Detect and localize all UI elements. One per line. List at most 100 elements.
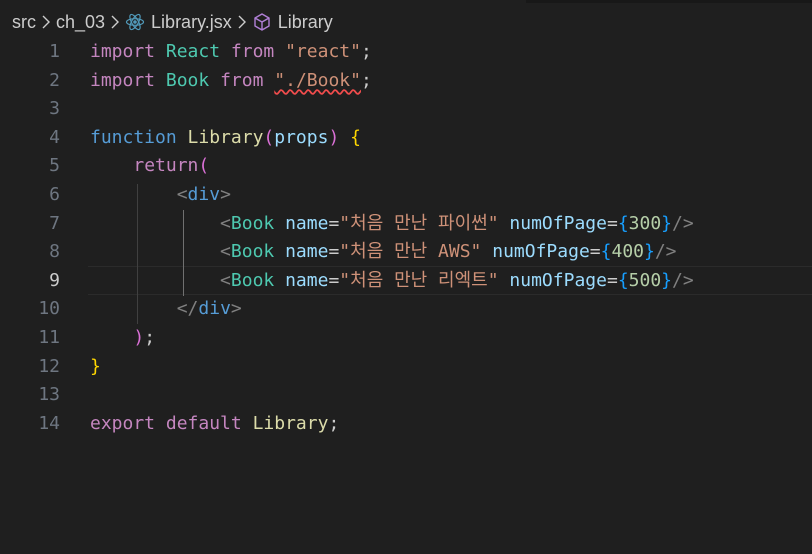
brace-open: { bbox=[617, 269, 629, 291]
tag-self-close: /> bbox=[654, 241, 677, 263]
line-number: 12 bbox=[38, 355, 60, 377]
component-book: Book bbox=[230, 241, 275, 263]
code-line-2: import Book from "./Book"; bbox=[90, 67, 812, 96]
tag-div: div bbox=[187, 184, 221, 205]
number-value: 300 bbox=[628, 212, 662, 234]
code-line-14: export default Library; bbox=[90, 410, 812, 439]
code-line-11: ); bbox=[90, 324, 812, 353]
keyword-export: export bbox=[90, 412, 156, 434]
component-book: Book bbox=[230, 269, 275, 291]
code-line-5: return( bbox=[90, 152, 812, 181]
paren-close: ) bbox=[328, 126, 340, 148]
line-number: 1 bbox=[49, 41, 60, 62]
line-number: 3 bbox=[49, 98, 60, 120]
equals: = bbox=[606, 212, 618, 234]
paren-open: ( bbox=[198, 155, 210, 177]
keyword-import: import bbox=[90, 41, 156, 62]
tag-open-angle: < bbox=[220, 212, 231, 234]
semicolon: ; bbox=[360, 69, 372, 91]
number-value: 500 bbox=[628, 269, 662, 291]
function-name: Library bbox=[187, 126, 264, 148]
attr-name: name bbox=[285, 241, 329, 263]
attr-value-string: "처음 만난 파이썬" bbox=[339, 212, 499, 234]
line-number: 4 bbox=[49, 126, 60, 148]
attr-numofpage: numOfPage bbox=[509, 212, 607, 234]
identifier-react: React bbox=[165, 41, 221, 62]
tag-self-close: /> bbox=[672, 269, 694, 291]
param-props: props bbox=[274, 126, 329, 148]
equals: = bbox=[328, 212, 340, 234]
line-number: 5 bbox=[49, 155, 60, 177]
attr-numofpage: numOfPage bbox=[509, 269, 607, 291]
breadcrumb-item-src[interactable]: src bbox=[12, 12, 36, 33]
breadcrumb-item-file[interactable]: Library.jsx bbox=[151, 12, 232, 33]
brace-open: { bbox=[350, 126, 361, 148]
code-line-12: } bbox=[90, 353, 812, 382]
code-line-1: import React from "react"; bbox=[90, 38, 812, 67]
tab-bar-strip bbox=[526, 0, 812, 3]
equals: = bbox=[606, 269, 618, 291]
code-line-6: <div> bbox=[90, 181, 812, 210]
identifier-library: Library bbox=[252, 412, 329, 434]
tag-open-angle: < bbox=[220, 269, 231, 291]
line-number: 6 bbox=[49, 184, 60, 205]
brace-close: } bbox=[661, 269, 673, 291]
line-number: 7 bbox=[49, 212, 60, 234]
attr-name: name bbox=[285, 212, 329, 234]
attr-value-string: "처음 만난 리엑트" bbox=[339, 269, 499, 291]
string-module-error[interactable]: "./Book" bbox=[274, 70, 361, 91]
line-number: 8 bbox=[49, 241, 60, 263]
code-line-4: function Library(props) { bbox=[90, 124, 812, 153]
identifier-book: Book bbox=[165, 69, 210, 91]
code-line-9: <Book name="처음 만난 리엑트" numOfPage={500}/> bbox=[90, 267, 812, 296]
number-value: 400 bbox=[611, 241, 644, 263]
tag-close-angle: > bbox=[230, 298, 242, 320]
tag-self-close: /> bbox=[672, 212, 694, 234]
tag-div: div bbox=[198, 298, 231, 320]
tag-close-angle: > bbox=[220, 184, 231, 205]
tag-open-angle: < bbox=[220, 241, 231, 263]
breadcrumb-item-folder[interactable]: ch_03 bbox=[56, 12, 105, 33]
equals: = bbox=[589, 241, 601, 263]
brace-open: { bbox=[600, 241, 612, 263]
brace-open: { bbox=[617, 212, 629, 234]
line-number: 10 bbox=[38, 298, 60, 320]
tag-open-angle: < bbox=[176, 184, 188, 205]
breadcrumb-item-symbol[interactable]: Library bbox=[278, 12, 333, 33]
paren-close: ) bbox=[133, 327, 145, 348]
brace-close: } bbox=[644, 241, 655, 263]
semicolon: ; bbox=[360, 41, 372, 62]
paren-open: ( bbox=[263, 126, 275, 148]
symbol-class-icon bbox=[252, 12, 272, 32]
brace-close: } bbox=[90, 355, 101, 377]
tag-close-open-angle: </ bbox=[176, 298, 199, 320]
keyword-from: from bbox=[230, 41, 275, 62]
code-line-7: <Book name="처음 만난 파이썬" numOfPage={300}/> bbox=[90, 210, 812, 239]
react-icon bbox=[125, 12, 145, 32]
chevron-right-icon bbox=[110, 15, 120, 29]
line-number: 2 bbox=[49, 69, 60, 91]
component-book: Book bbox=[230, 212, 275, 234]
chevron-right-icon bbox=[237, 15, 247, 29]
code-editor[interactable]: src ch_03 Library.jsx Library 1 2 3 4 5 … bbox=[0, 0, 812, 554]
line-number: 11 bbox=[38, 327, 60, 348]
